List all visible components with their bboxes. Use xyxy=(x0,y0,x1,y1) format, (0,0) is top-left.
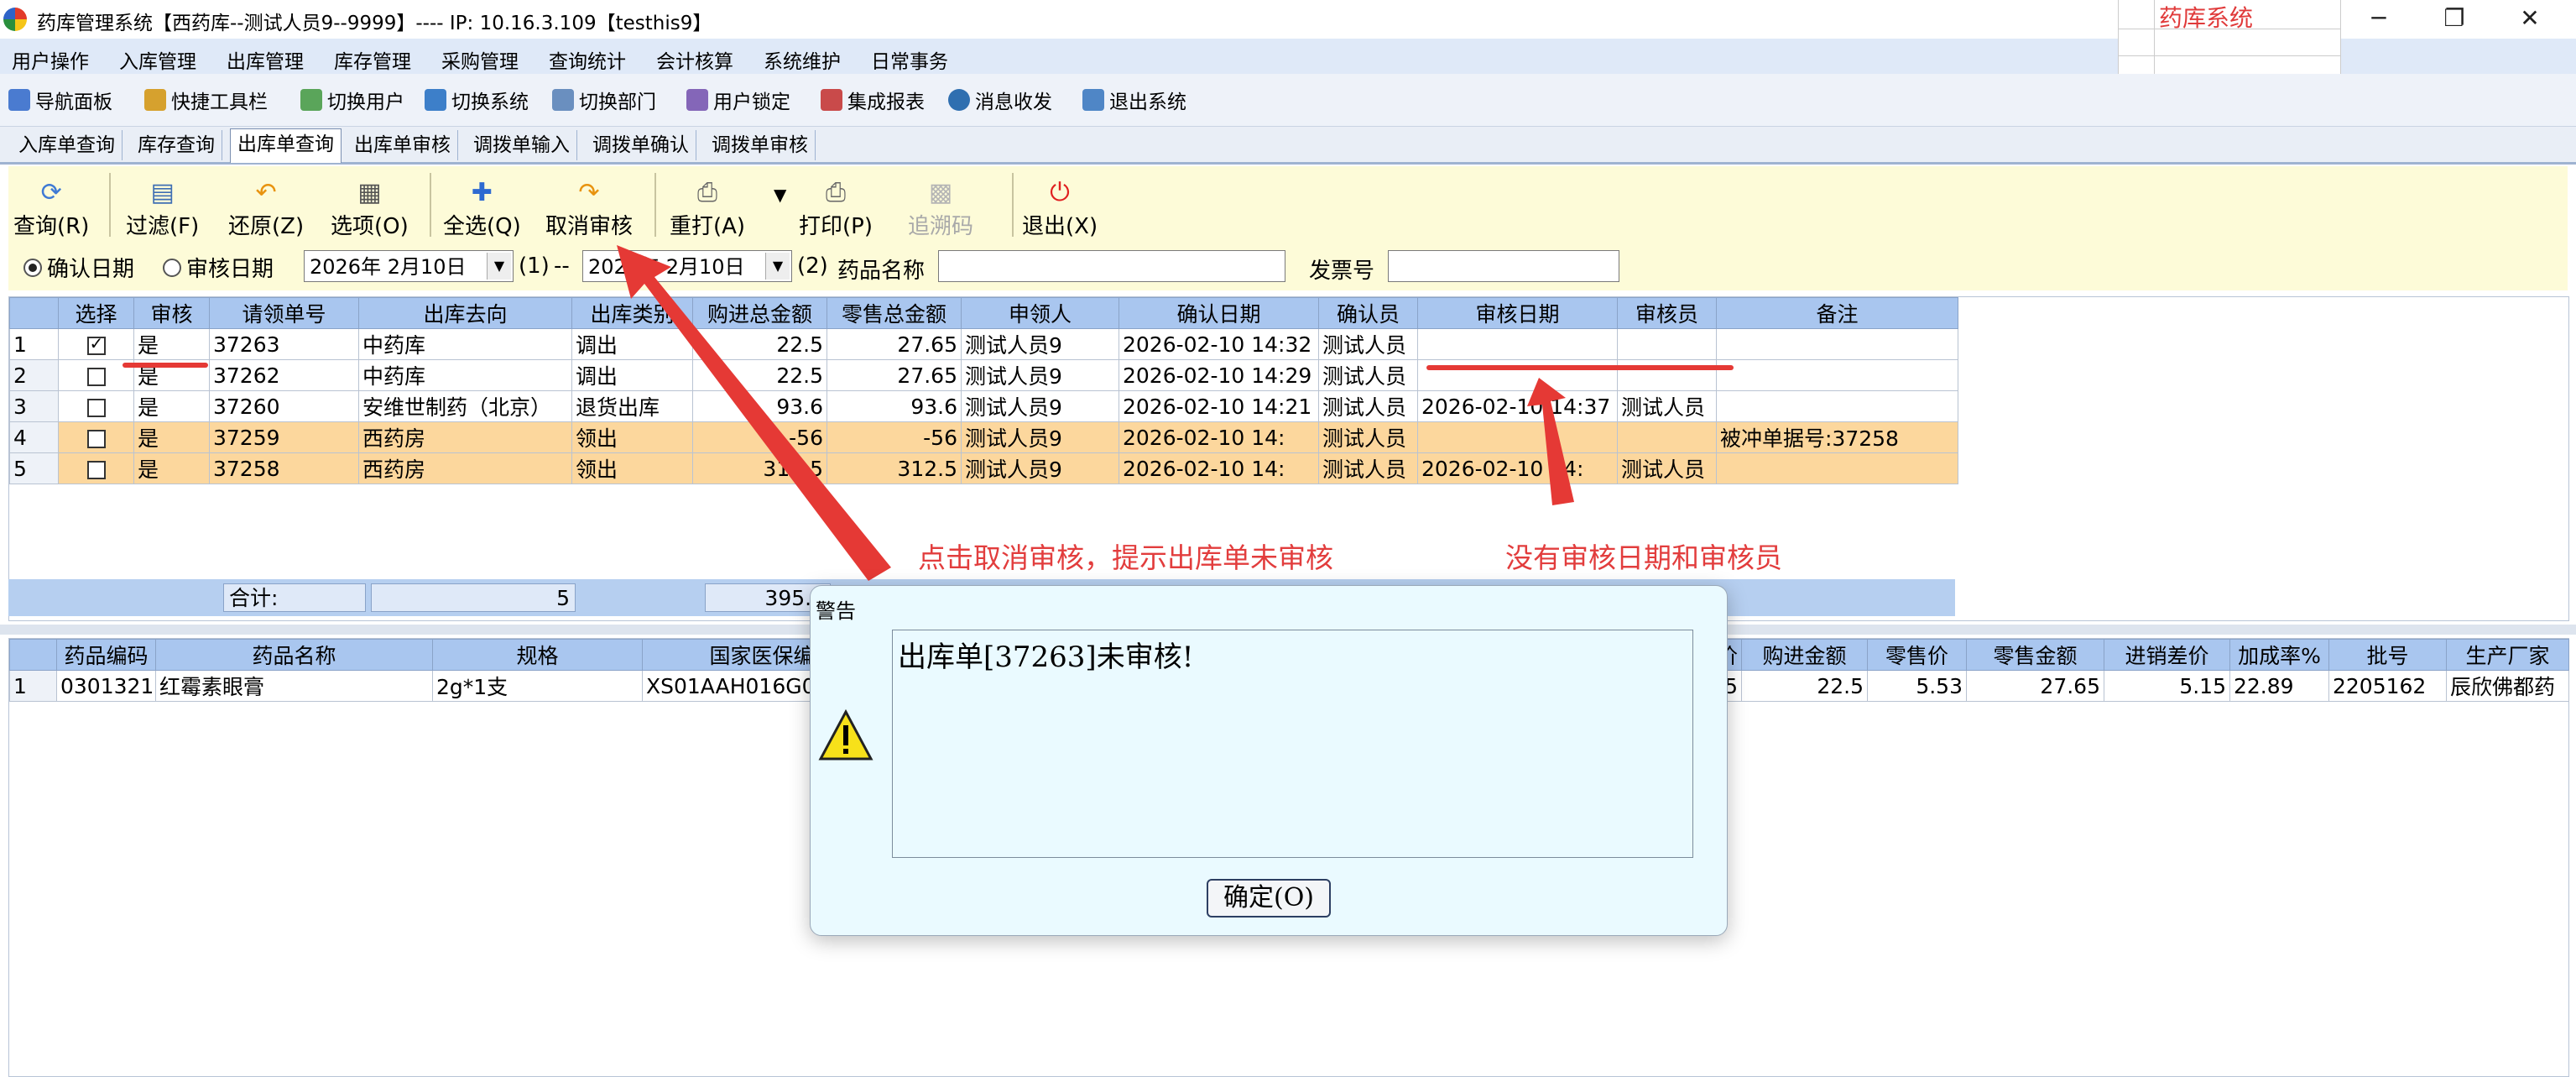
dialog-message-box: 出库单[37263]未审核! xyxy=(892,630,1693,858)
annotation-arrow-right xyxy=(1527,378,1574,505)
annotation-right-text: 没有审核日期和审核员 xyxy=(1505,541,1782,574)
annotation-left-text: 点击取消审核，提示出库单未审核 xyxy=(918,541,1333,574)
warning-dialog: 警告 出库单[37263]未审核! 确定(O) xyxy=(810,585,1728,936)
ok-button[interactable]: 确定(O) xyxy=(1207,879,1331,918)
annotation-arrow-left xyxy=(617,245,891,581)
warning-triangle-icon xyxy=(818,708,873,761)
dialog-message: 出库单[37263]未审核! xyxy=(898,640,1194,674)
dialog-title: 警告 xyxy=(816,599,856,623)
